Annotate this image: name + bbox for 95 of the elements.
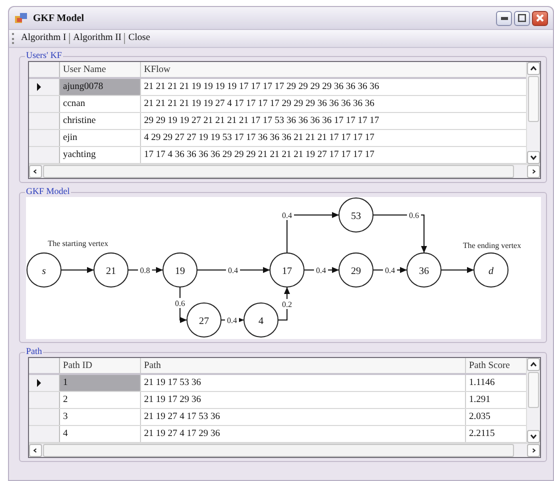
graph-node: 21 — [94, 252, 128, 288]
edge-weight: 0.4 — [227, 316, 237, 325]
group-title: Path — [25, 346, 44, 356]
scroll-up-button[interactable] — [527, 62, 540, 75]
edge-weight: 0.2 — [282, 300, 292, 309]
column-header[interactable]: KFlow — [141, 62, 526, 77]
chevron-down-icon — [530, 155, 537, 160]
table-cell-text: 1.291 — [468, 394, 492, 407]
edge-arrow — [60, 267, 94, 273]
edge-arrow — [304, 267, 340, 273]
graph-node: d — [474, 252, 508, 288]
table-cell: ejin — [60, 130, 141, 146]
edge-arrow — [372, 267, 408, 273]
table-cell-text: 2.035 — [468, 411, 492, 424]
edge-arrow — [440, 267, 474, 273]
table-cell-text: 4 29 29 27 27 19 19 53 17 17 36 36 36 21 21 21 17 17 17 17 — [143, 132, 376, 145]
chevron-up-icon — [530, 362, 537, 367]
table-cell-text: 21 21 21 21 19 19 19 19 17 17 17 17 29 29 29 29 36 36 36 36 — [143, 81, 380, 94]
column-header[interactable]: Path — [141, 358, 466, 373]
chevron-left-icon — [33, 168, 38, 175]
graph-node: 27 — [186, 302, 222, 338]
edge-arrow — [128, 267, 164, 273]
table-cell: 1 — [60, 375, 141, 391]
edge-arrow — [220, 317, 244, 323]
scroll-up-button[interactable] — [527, 358, 540, 371]
table-cell: ccnan — [60, 96, 141, 112]
chevron-down-icon — [530, 434, 537, 439]
table-cell: 21 19 17 53 36 — [141, 375, 466, 391]
graph-node: s — [26, 252, 62, 288]
edge-weight: 0.6 — [409, 211, 419, 220]
close-button[interactable] — [532, 10, 548, 26]
scroll-down-button[interactable] — [527, 430, 540, 443]
minimize-button[interactable] — [496, 10, 512, 26]
edge-weight: 0.6 — [175, 299, 185, 308]
edge-arrow — [372, 214, 427, 254]
scroll-thumb[interactable] — [43, 444, 514, 457]
toolbar-grip[interactable] — [12, 33, 16, 44]
app-icon — [14, 12, 28, 24]
scroll-right-button[interactable] — [527, 444, 540, 457]
edge-arrow — [278, 286, 290, 320]
column-header[interactable]: Path ID — [60, 358, 141, 373]
table-cell: christine — [60, 113, 141, 129]
scroll-left-button[interactable] — [29, 165, 42, 178]
menu-item[interactable]: Algorithm I — [18, 33, 70, 44]
scroll-thumb[interactable] — [43, 165, 514, 178]
table-cell: yachting — [60, 147, 141, 163]
table-cell-text: 29 29 19 19 27 21 21 21 21 17 17 53 36 36 36 36 17 17 17 17 — [143, 115, 380, 128]
graph-node: 4 — [244, 302, 278, 338]
table-cell: ajung0078 — [60, 79, 141, 95]
close-icon — [536, 14, 544, 22]
edge-weight: 0.8 — [140, 266, 150, 275]
group-title: GKF Model — [25, 186, 71, 196]
menu-item[interactable]: Algorithm II — [70, 33, 126, 44]
maximize-button[interactable] — [514, 10, 530, 26]
table-cell: 3 — [60, 409, 141, 425]
graph-node: 36 — [406, 252, 442, 288]
table-cell: 2 — [60, 392, 141, 408]
graph-node: 29 — [338, 252, 374, 288]
scroll-right-button[interactable] — [527, 165, 540, 178]
row-header[interactable] — [29, 375, 60, 391]
scroll-thumb[interactable] — [528, 76, 539, 122]
scroll-left-button[interactable] — [29, 444, 42, 457]
scroll-down-button[interactable] — [527, 151, 540, 164]
chevron-up-icon — [530, 66, 537, 71]
row-header[interactable] — [29, 79, 60, 95]
column-header[interactable]: Path Score — [466, 358, 526, 373]
group-title: Users' KF — [25, 50, 63, 60]
maximize-icon — [518, 14, 526, 22]
chevron-right-icon — [531, 168, 536, 175]
graph-node: 19 — [162, 252, 198, 288]
graph-node: 17 — [270, 252, 304, 288]
chevron-right-icon — [531, 447, 536, 454]
edge-weight: 0.4 — [385, 266, 395, 275]
table-cell: 21 19 27 4 17 53 36 — [141, 409, 466, 425]
edge-weight: 0.4 — [316, 266, 326, 275]
table-cell: 21 19 27 4 17 29 36 — [141, 426, 466, 442]
current-row-icon — [37, 83, 41, 91]
start-caption: The starting vertex — [48, 239, 108, 248]
scroll-thumb[interactable] — [528, 372, 539, 408]
graph-node: 53 — [338, 198, 374, 232]
table-cell-text: 17 17 4 36 36 36 36 29 29 29 21 21 21 21 19 27 17 17 17 17 — [143, 149, 376, 162]
column-header[interactable]: User Name — [60, 62, 141, 77]
window-title: GKF Model — [33, 12, 86, 24]
table-cell: 4 — [60, 426, 141, 442]
table-cell: 21 19 17 29 36 — [141, 392, 466, 408]
table-cell-text: 2.2115 — [468, 428, 496, 441]
table-cell-text: 1.1146 — [468, 377, 496, 390]
chevron-left-icon — [33, 447, 38, 454]
current-row-icon — [37, 379, 41, 387]
menu-item[interactable]: Close — [125, 33, 154, 44]
minimize-icon — [500, 16, 508, 20]
end-caption: The ending vertex — [462, 241, 522, 250]
edge-weight: 0.4 — [282, 211, 292, 220]
table-cell-text: 21 21 21 21 19 19 27 4 17 17 17 17 29 29 29 36 36 36 36 36 — [143, 98, 376, 111]
edge-weight: 0.4 — [228, 266, 238, 275]
